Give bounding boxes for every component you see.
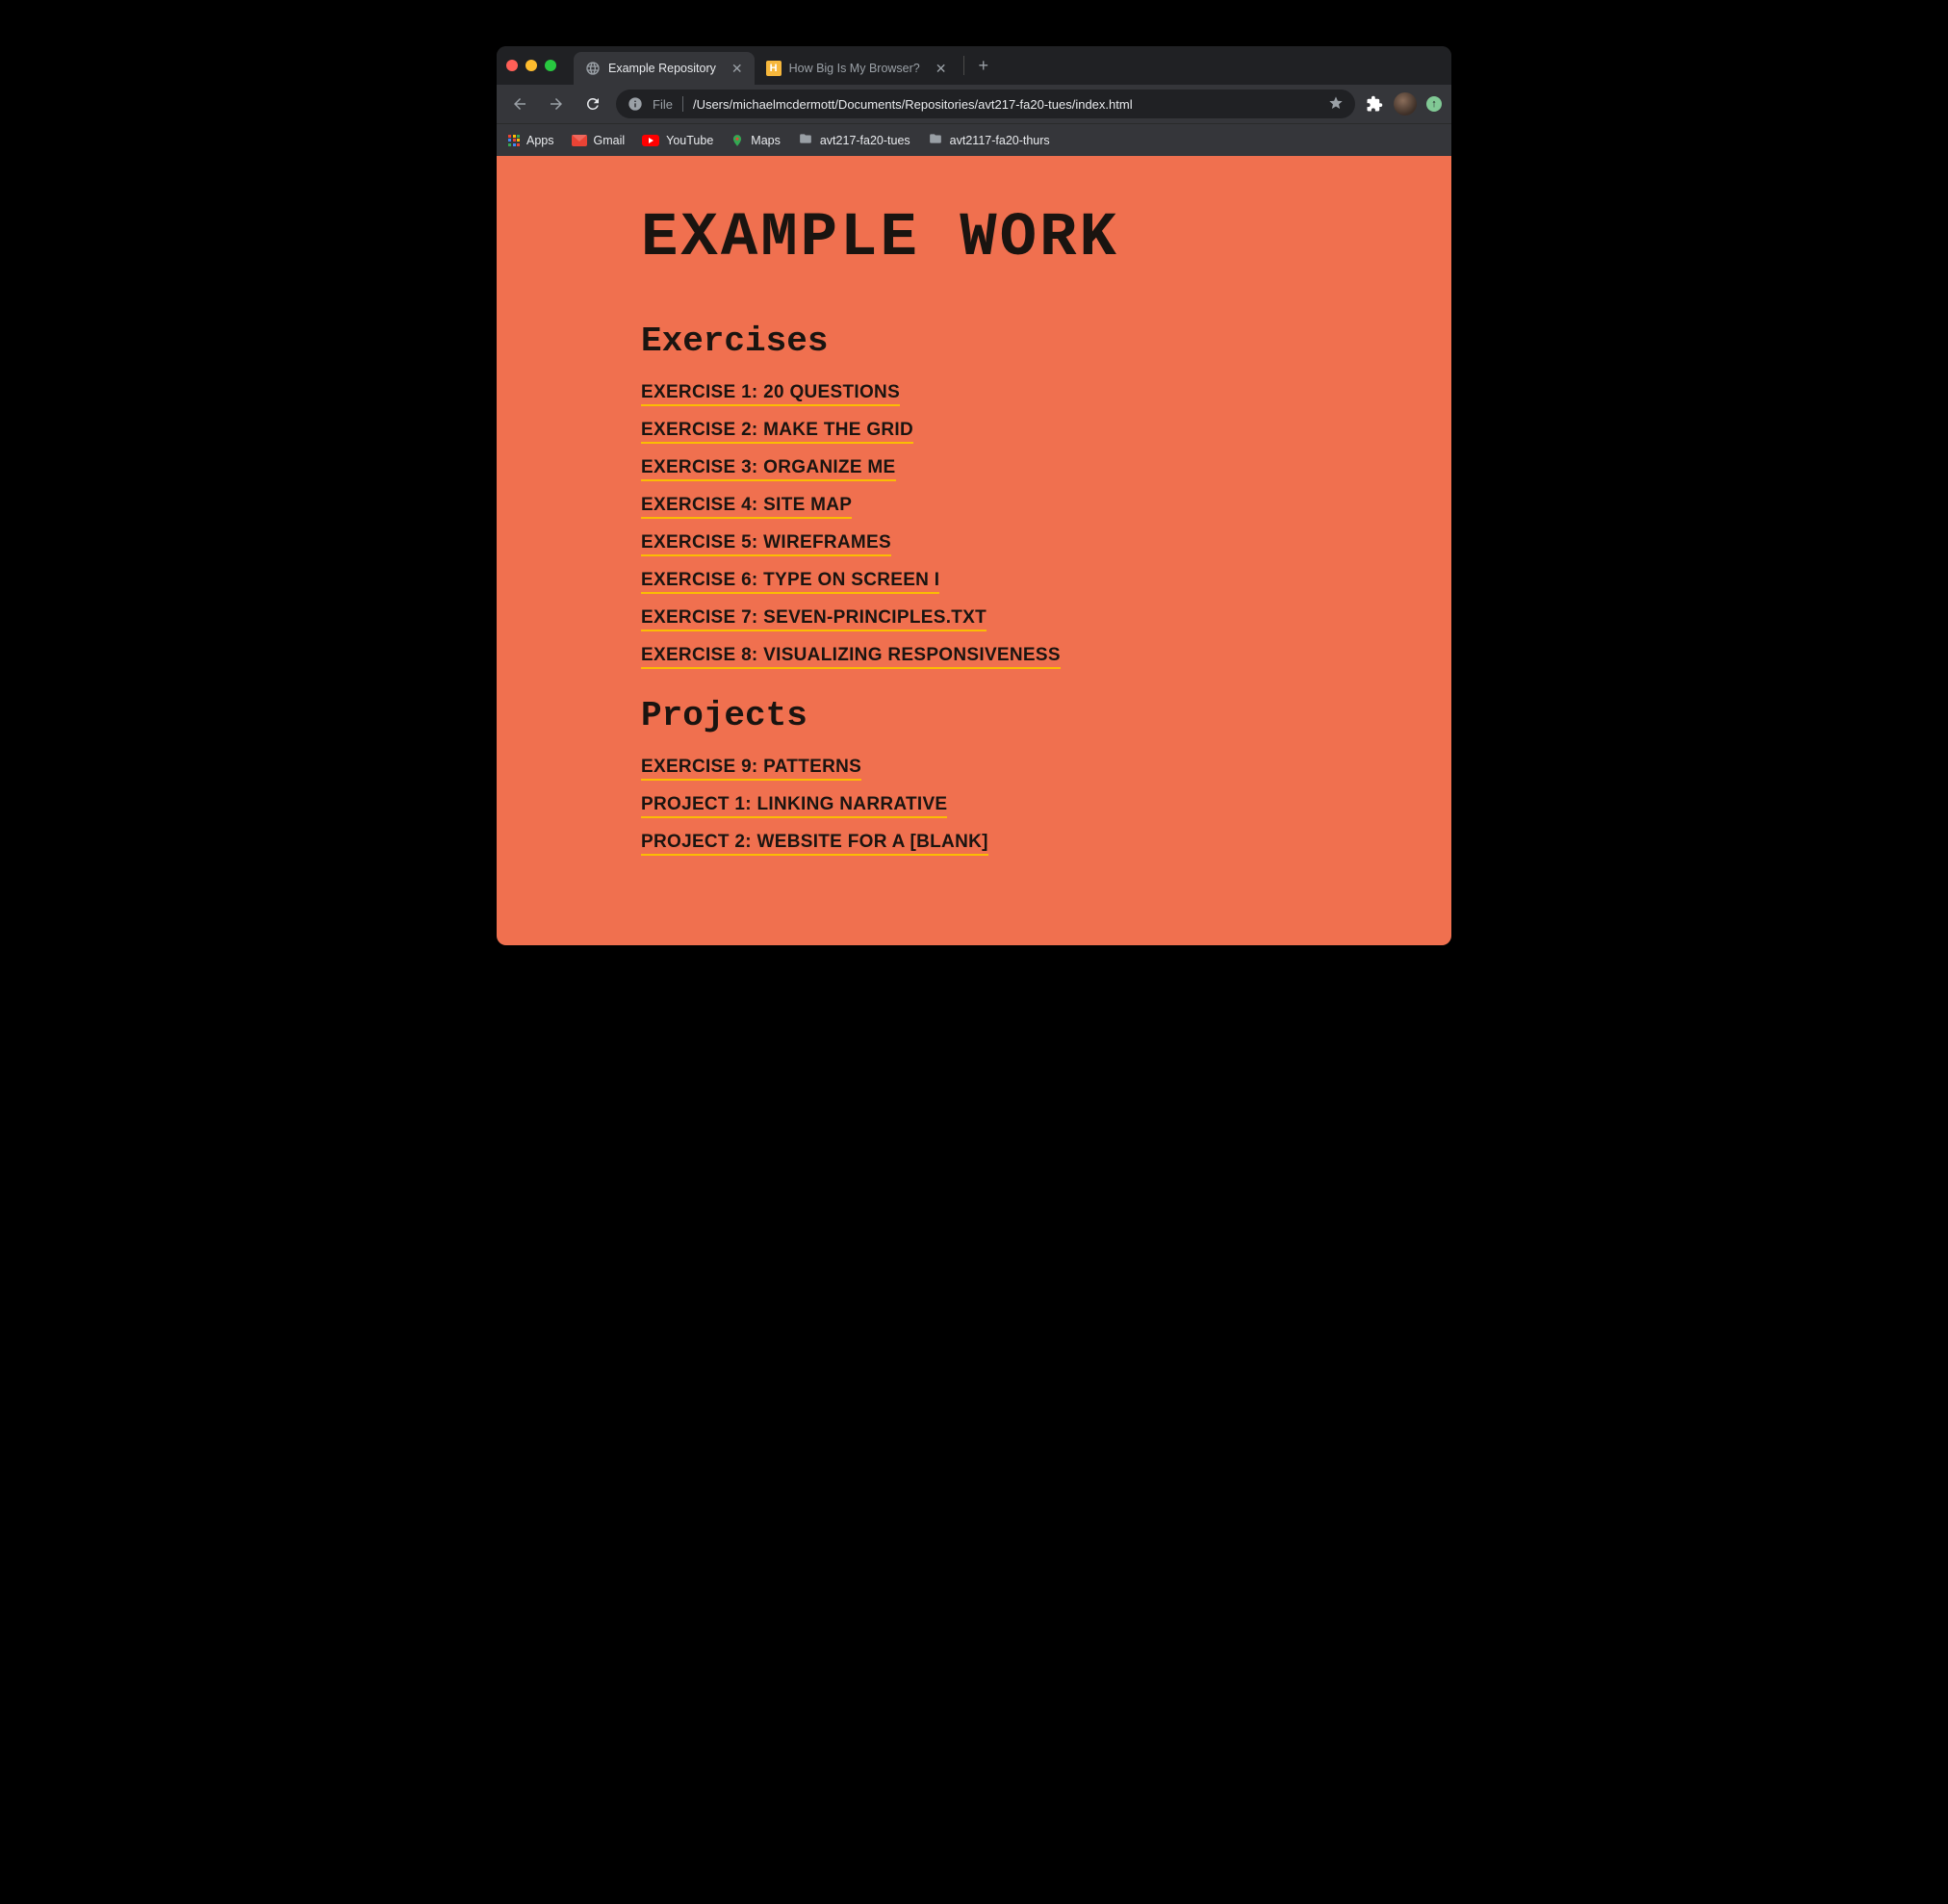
bookmark-folder-1[interactable]: avt217-fa20-tues	[798, 132, 910, 148]
close-window-button[interactable]	[506, 60, 518, 71]
bookmarks-bar: Apps Gmail YouTube Maps avt217-fa20-tues	[497, 123, 1451, 156]
exercise-link[interactable]: EXERCISE 5: WIREFRAMES	[641, 532, 891, 556]
maximize-window-button[interactable]	[545, 60, 556, 71]
bookmark-gmail[interactable]: Gmail	[572, 134, 626, 147]
folder-icon	[798, 132, 813, 148]
url-divider	[682, 96, 683, 112]
section-heading-projects: Projects	[641, 696, 1307, 735]
bookmark-label: avt217-fa20-tues	[820, 134, 910, 147]
close-tab-icon[interactable]: ✕	[936, 61, 947, 77]
section-heading-exercises: Exercises	[641, 322, 1307, 361]
project-link[interactable]: PROJECT 1: LINKING NARRATIVE	[641, 794, 947, 818]
gmail-icon	[572, 135, 587, 146]
folder-icon	[928, 132, 943, 148]
toolbar: File /Users/michaelmcdermott/Documents/R…	[497, 85, 1451, 123]
apps-grid-icon	[508, 135, 520, 146]
reload-button[interactable]	[579, 90, 606, 117]
extensions-icon[interactable]	[1365, 94, 1384, 114]
site-info-icon[interactable]	[628, 96, 643, 112]
bookmark-maps[interactable]: Maps	[730, 133, 781, 148]
bookmark-youtube[interactable]: YouTube	[642, 134, 713, 147]
bookmark-label: Maps	[751, 134, 781, 147]
maps-pin-icon	[730, 133, 744, 148]
update-indicator-icon[interactable]: ↑	[1426, 96, 1442, 112]
bookmark-label: YouTube	[666, 134, 713, 147]
exercise-link[interactable]: EXERCISE 7: SEVEN-PRINCIPLES.TXT	[641, 607, 987, 631]
new-tab-button[interactable]: +	[970, 52, 996, 80]
browser-tab-1[interactable]: Example Repository ✕	[574, 52, 755, 85]
h-favicon-icon: H	[766, 61, 782, 76]
page-title: EXAMPLE WORK	[641, 204, 1307, 273]
url-path: /Users/michaelmcdermott/Documents/Reposi…	[693, 97, 1319, 112]
minimize-window-button[interactable]	[525, 60, 537, 71]
exercise-link[interactable]: EXERCISE 6: TYPE ON SCREEN I	[641, 570, 939, 594]
forward-button[interactable]	[543, 90, 570, 117]
exercise-link[interactable]: EXERCISE 4: SITE MAP	[641, 495, 852, 519]
window-controls	[506, 60, 556, 71]
address-bar[interactable]: File /Users/michaelmcdermott/Documents/R…	[616, 90, 1355, 118]
profile-avatar[interactable]	[1394, 92, 1417, 116]
exercise-link[interactable]: EXERCISE 1: 20 QUESTIONS	[641, 382, 900, 406]
close-tab-icon[interactable]: ✕	[731, 61, 743, 77]
tab-title: Example Repository	[608, 62, 716, 75]
url-scheme: File	[653, 97, 673, 112]
youtube-icon	[642, 135, 659, 146]
bookmark-label: Apps	[526, 134, 554, 147]
bookmark-apps[interactable]: Apps	[508, 134, 554, 147]
bookmark-folder-2[interactable]: avt2117-fa20-thurs	[928, 132, 1050, 148]
bookmark-label: Gmail	[594, 134, 626, 147]
tab-bar: Example Repository ✕ H How Big Is My Bro…	[497, 46, 1451, 85]
back-button[interactable]	[506, 90, 533, 117]
page-content: EXAMPLE WORK Exercises EXERCISE 1: 20 QU…	[497, 156, 1451, 945]
exercise-link[interactable]: EXERCISE 2: MAKE THE GRID	[641, 420, 913, 444]
bookmark-star-icon[interactable]	[1328, 95, 1344, 114]
bookmark-label: avt2117-fa20-thurs	[950, 134, 1050, 147]
exercise-link[interactable]: EXERCISE 3: ORGANIZE ME	[641, 457, 896, 481]
project-link[interactable]: PROJECT 2: WEBSITE FOR A [BLANK]	[641, 832, 988, 856]
globe-icon	[585, 61, 601, 76]
browser-tab-2[interactable]: H How Big Is My Browser? ✕	[755, 52, 959, 85]
tab-title: How Big Is My Browser?	[789, 62, 920, 75]
tab-divider	[963, 56, 964, 75]
project-link[interactable]: EXERCISE 9: PATTERNS	[641, 757, 861, 781]
browser-window: Example Repository ✕ H How Big Is My Bro…	[497, 46, 1451, 945]
exercise-link[interactable]: EXERCISE 8: VISUALIZING RESPONSIVENESS	[641, 645, 1061, 669]
